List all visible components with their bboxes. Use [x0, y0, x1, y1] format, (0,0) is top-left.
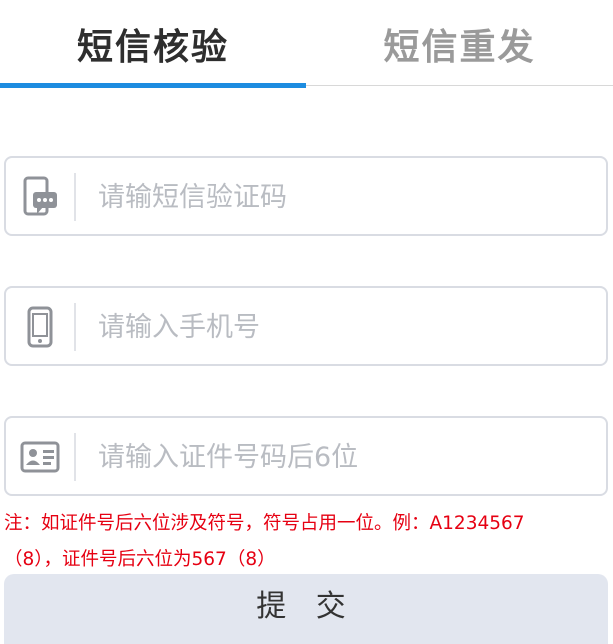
phone-field	[4, 286, 608, 366]
id-number-field	[4, 416, 608, 496]
tab-bar: 短信核验 短信重发	[0, 0, 613, 88]
field-separator	[74, 433, 76, 481]
mobile-phone-icon	[20, 305, 60, 349]
note-line-1: 注：如证件号后六位涉及符号，符号占用一位。例：A1234567	[4, 513, 525, 534]
id-number-input[interactable]	[98, 432, 588, 482]
tab-divider	[306, 85, 613, 86]
sms-code-input[interactable]	[98, 172, 588, 222]
tab-sms-verify[interactable]: 短信核验	[0, 0, 306, 88]
sms-chat-icon	[20, 175, 60, 219]
tab-sms-resend[interactable]: 短信重发	[306, 0, 613, 88]
field-separator	[74, 303, 76, 351]
active-tab-indicator	[0, 83, 306, 88]
note-line-2: （8），证件号后六位为567（8）	[4, 549, 276, 570]
id-card-icon	[20, 435, 60, 479]
phone-input[interactable]	[98, 302, 588, 352]
submit-button[interactable]: 提 交	[4, 574, 608, 644]
field-separator	[74, 173, 76, 221]
id-number-note: 注：如证件号后六位涉及符号，符号占用一位。例：A1234567 （8），证件号后…	[4, 506, 604, 578]
sms-code-field	[4, 156, 608, 236]
sms-verification-page: 短信核验 短信重发 请输短信验证码 请输入手机号 请输入证件号码后6位 注：如证…	[0, 0, 613, 644]
